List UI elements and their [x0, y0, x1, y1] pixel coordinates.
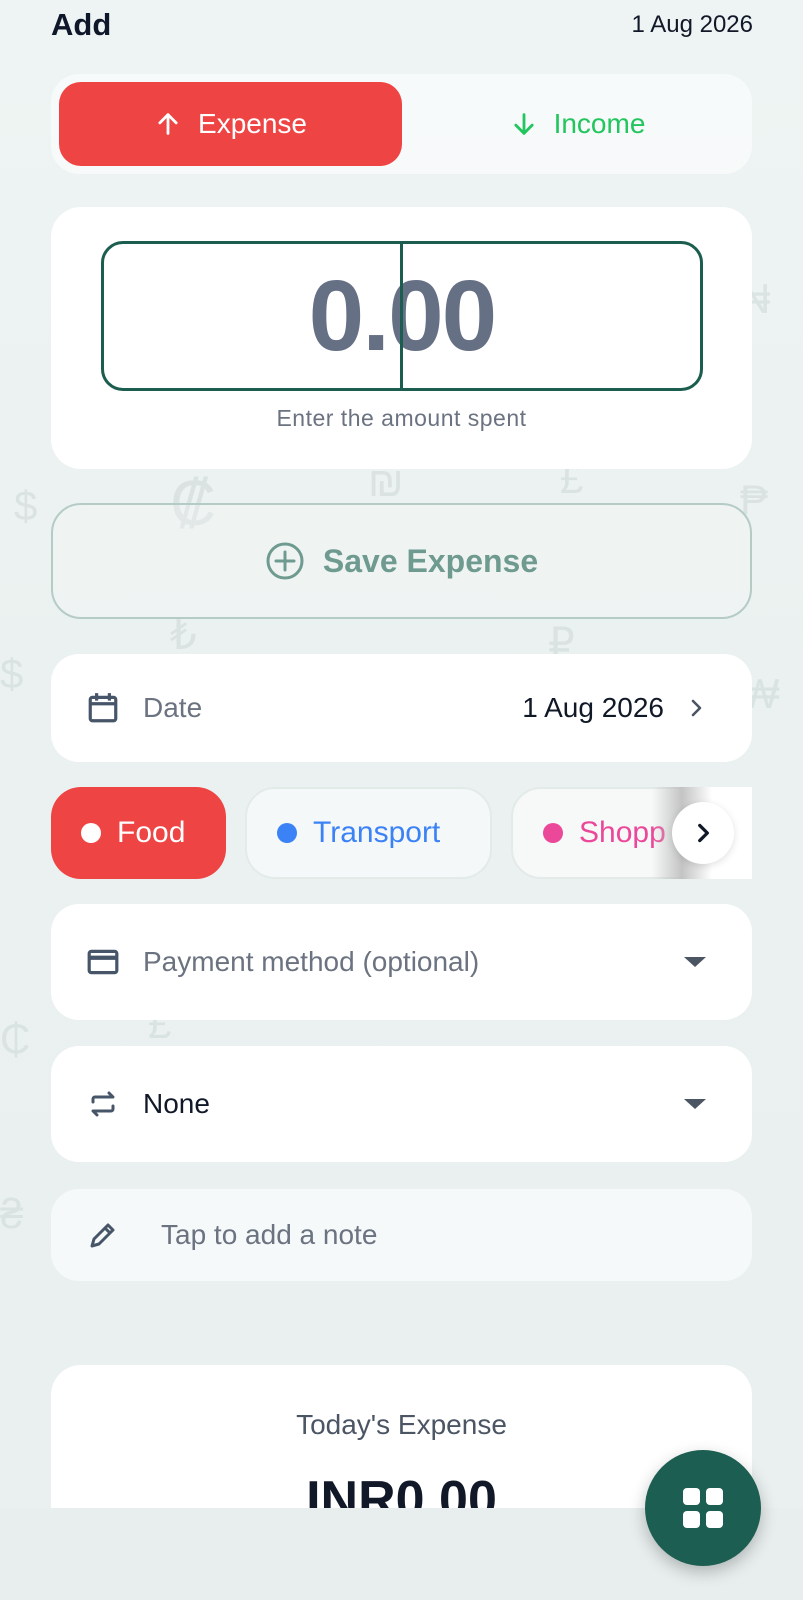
amount-hint: Enter the amount spent: [276, 405, 527, 431]
expense-tab-label: Expense: [198, 108, 307, 139]
plus-circle-icon: [266, 542, 304, 580]
transaction-type-toggle: Expense Income: [51, 74, 752, 174]
calendar-icon: [84, 689, 122, 727]
pencil-icon: [84, 1216, 122, 1254]
category-chip-food[interactable]: Food: [51, 787, 226, 879]
category-chip-transport[interactable]: Transport: [245, 787, 492, 879]
menu-fab-button[interactable]: [645, 1450, 761, 1566]
card-icon: [84, 943, 122, 981]
note-placeholder: Tap to add a note: [161, 1219, 378, 1250]
income-tab-label: Income: [553, 108, 646, 139]
category-dot: [81, 823, 101, 843]
chevron-right-icon: [698, 823, 709, 843]
page-title: Add: [51, 7, 112, 42]
save-expense-label: Save Expense: [322, 542, 539, 579]
note-input[interactable]: Tap to add a note: [51, 1189, 752, 1281]
recurrence-dropdown[interactable]: None: [51, 1046, 752, 1162]
payment-method-dropdown[interactable]: Payment method (optional): [51, 904, 752, 1020]
todays-expense-card: Today's Expense INR0.00: [51, 1365, 752, 1510]
arrow-down-icon: [514, 113, 534, 135]
text-cursor: [400, 244, 403, 388]
header-date: 1 Aug 2026: [631, 11, 753, 38]
date-selector[interactable]: Date 1 Aug 2026: [51, 654, 752, 762]
recurrence-value: None: [143, 1088, 210, 1119]
category-chips: Food Transport Shopp: [51, 787, 752, 879]
category-label: Transport: [313, 816, 441, 849]
grid-icon: [683, 1488, 723, 1528]
category-dot: [277, 823, 297, 843]
todays-expense-title: Today's Expense: [296, 1409, 507, 1440]
category-dot: [543, 823, 563, 843]
dropdown-caret-icon: [684, 1099, 706, 1109]
arrow-up-icon: [158, 113, 178, 135]
repeat-icon: [84, 1085, 122, 1123]
category-label: Food: [117, 816, 186, 849]
income-tab[interactable]: Income: [411, 82, 744, 166]
dropdown-caret-icon: [684, 957, 706, 967]
amount-input[interactable]: 0.00: [101, 241, 703, 391]
save-expense-button[interactable]: Save Expense: [51, 503, 752, 619]
payment-method-placeholder: Payment method (optional): [143, 946, 480, 977]
date-label: Date: [143, 692, 203, 723]
amount-card: 0.00 Enter the amount spent: [51, 207, 752, 469]
date-value: 1 Aug 2026: [522, 692, 664, 723]
scroll-categories-button[interactable]: [672, 802, 734, 864]
top-bar: Add 1 Aug 2026: [51, 0, 753, 50]
expense-tab[interactable]: Expense: [59, 82, 402, 166]
chevron-right-icon: [691, 699, 702, 717]
